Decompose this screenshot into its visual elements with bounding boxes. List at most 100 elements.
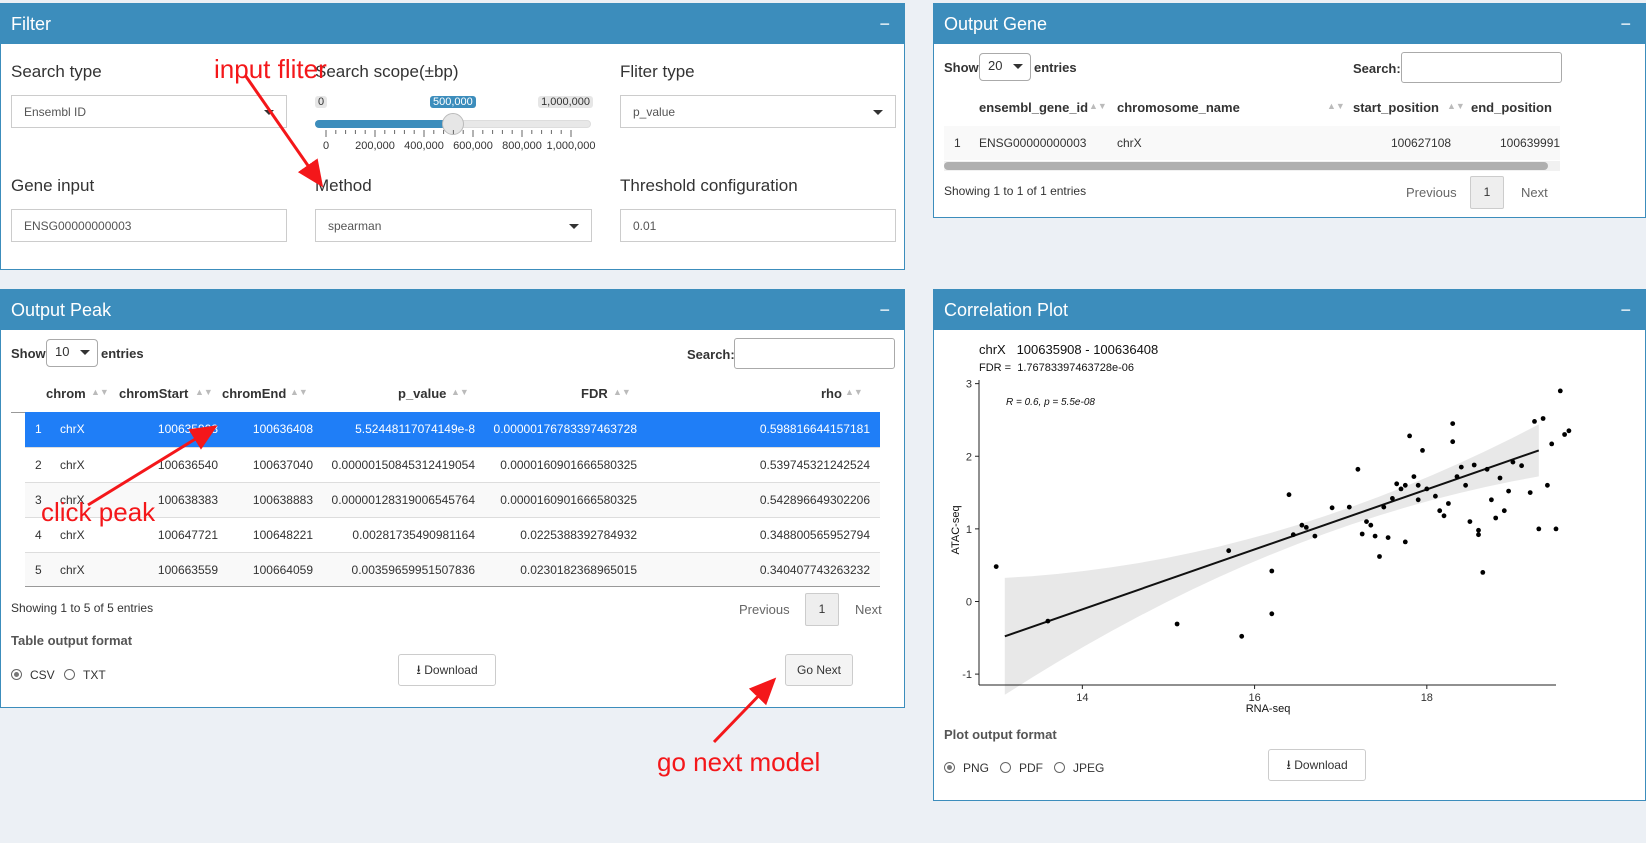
output-gene-box: Output Gene − Show 20 entries Search: en… [933, 3, 1646, 218]
cell-pvalue: 0.00359659951507836 [351, 563, 475, 577]
table-row[interactable]: 5 chrX 100663559 100664059 0.00359659951… [25, 552, 880, 587]
scatter-point [1467, 519, 1473, 524]
scatter-point [1493, 515, 1499, 521]
scatter-point [1489, 497, 1494, 503]
radio-label: PDF [1019, 761, 1043, 775]
format-jpeg-radio[interactable]: JPEG [1054, 760, 1124, 776]
scatter-point [1536, 526, 1542, 532]
radio-checked-icon [11, 669, 22, 680]
sort-icon: ▲▼ [451, 387, 469, 397]
scatter-point [1510, 459, 1516, 465]
x-tick-label: 14 [1076, 692, 1088, 704]
collapse-icon[interactable]: − [879, 290, 890, 330]
x-axis-label: RNA-seq [1246, 703, 1291, 715]
cell-fdr: 0.0000160901666580325 [500, 458, 637, 472]
confidence-band [1004, 424, 1539, 695]
stat-annotation: R = 0.6, p = 5.5e-08 [1006, 397, 1095, 408]
col-fdr[interactable]: FDR [581, 386, 608, 401]
collapse-icon[interactable]: − [879, 4, 890, 44]
threshold-input[interactable]: 0.01 [620, 209, 896, 242]
format-csv-radio[interactable]: CSV [11, 667, 71, 683]
search-type-value: Ensembl ID [24, 105, 87, 119]
scatter-point [1471, 462, 1477, 468]
radio-unchecked-icon [1054, 762, 1065, 773]
cell-chromstart: 100647721 [157, 528, 218, 542]
col-pvalue[interactable]: p_value [398, 386, 446, 401]
radio-label: PNG [963, 761, 990, 775]
slider-max-label: 1,000,000 [538, 96, 593, 108]
scatter-point [1226, 548, 1232, 554]
scrollbar-thumb[interactable] [944, 162, 1548, 170]
sort-icon: ▲▼ [1089, 101, 1107, 111]
cell-gene-id: ENSG00000000003 [979, 136, 1087, 150]
table-row[interactable]: 1 chrX 100635908 100636408 5.52448117074… [25, 412, 880, 447]
col-chromstart[interactable]: chromStart [119, 386, 188, 401]
cell-rho: 0.539745321242524 [759, 458, 870, 472]
collapse-icon[interactable]: − [1620, 4, 1631, 44]
horizontal-scrollbar[interactable] [944, 161, 1560, 171]
y-tick-label: 3 [966, 379, 972, 391]
scatter-point [1174, 621, 1180, 627]
entries-select[interactable]: 20 [979, 53, 1031, 81]
cell-chromstart: 100638383 [157, 493, 218, 507]
col-rho[interactable]: rho [821, 386, 842, 401]
entries-select[interactable]: 10 [46, 339, 98, 367]
download-label: Download [424, 663, 478, 677]
cell-chrom: chrX [60, 458, 85, 472]
sort-icon: ▲▼ [613, 387, 631, 397]
method-value: spearman [328, 219, 382, 233]
radio-unchecked-icon [64, 669, 75, 680]
format-png-radio[interactable]: PNG [944, 760, 1004, 776]
scatter-point [1407, 433, 1412, 439]
previous-button[interactable]: Previous [739, 602, 790, 617]
search-label: Search: [1353, 61, 1401, 76]
previous-button[interactable]: Previous [1406, 185, 1457, 200]
page-1-button[interactable]: 1 [805, 593, 839, 626]
col-chromend[interactable]: chromEnd [222, 386, 286, 401]
output-gene-header: Output Gene − [934, 4, 1645, 44]
cell-chromstart: 100635908 [157, 422, 218, 436]
format-pdf-radio[interactable]: PDF [1000, 760, 1060, 776]
scatter-point [1424, 486, 1430, 492]
annotation-click-peak: click peak [41, 497, 156, 527]
page-1-button[interactable]: 1 [1470, 176, 1504, 209]
col-start-position[interactable]: start_position [1353, 100, 1439, 115]
col-end-position[interactable]: end_position [1471, 100, 1552, 115]
col-chromosome-name[interactable]: chromosome_name [1117, 100, 1240, 115]
search-type-select[interactable]: Ensembl ID [11, 95, 287, 128]
go-next-button[interactable]: Go Next [785, 654, 853, 686]
filter-type-select[interactable]: p_value [620, 95, 896, 128]
next-button[interactable]: Next [1521, 185, 1548, 200]
table-row[interactable]: 1 ENSG00000000003 chrX 100627108 1006399… [944, 126, 1560, 160]
search-input[interactable] [1401, 52, 1562, 83]
search-scope-slider[interactable]: 0 500,000 1,000,000 0 200,000 400,000 600,0… [315, 94, 595, 154]
scatter-point [1402, 539, 1408, 545]
output-peak-title: Output Peak [11, 300, 112, 320]
scatter-point [1458, 464, 1464, 470]
method-select[interactable]: spearman [315, 209, 592, 242]
table-download-button[interactable]: ⭳ Download [398, 654, 496, 686]
next-button[interactable]: Next [855, 602, 882, 617]
search-type-label: Search type [11, 62, 102, 81]
table-row[interactable]: 2 chrX 100636540 100637040 0.00000150845… [25, 447, 880, 482]
sort-icon: ▲▼ [1447, 101, 1465, 111]
gene-input-field[interactable]: ENSG00000000003 [11, 209, 287, 242]
col-ensembl-gene-id[interactable]: ensembl_gene_id [979, 100, 1088, 115]
scatter-point [1239, 633, 1245, 639]
radio-label: CSV [30, 668, 55, 682]
collapse-icon[interactable]: − [1620, 290, 1631, 330]
cell-chromend: 100637040 [252, 458, 313, 472]
col-chrom[interactable]: chrom [46, 386, 86, 401]
scatter-point [1303, 525, 1309, 530]
plot-download-button[interactable]: ⭳ Download [1268, 749, 1366, 781]
table-format-label: Table output format [11, 633, 133, 648]
slider-tick-label: 600,000 [453, 140, 493, 152]
plot-format-label: Plot output format [944, 727, 1057, 742]
chevron-down-icon [873, 110, 883, 115]
scatter-point [1390, 496, 1395, 501]
entries-value: 10 [55, 344, 70, 359]
scatter-point [1532, 419, 1537, 424]
scatter-point [1346, 504, 1352, 510]
format-txt-radio[interactable]: TXT [64, 667, 124, 683]
search-input[interactable] [734, 338, 895, 369]
